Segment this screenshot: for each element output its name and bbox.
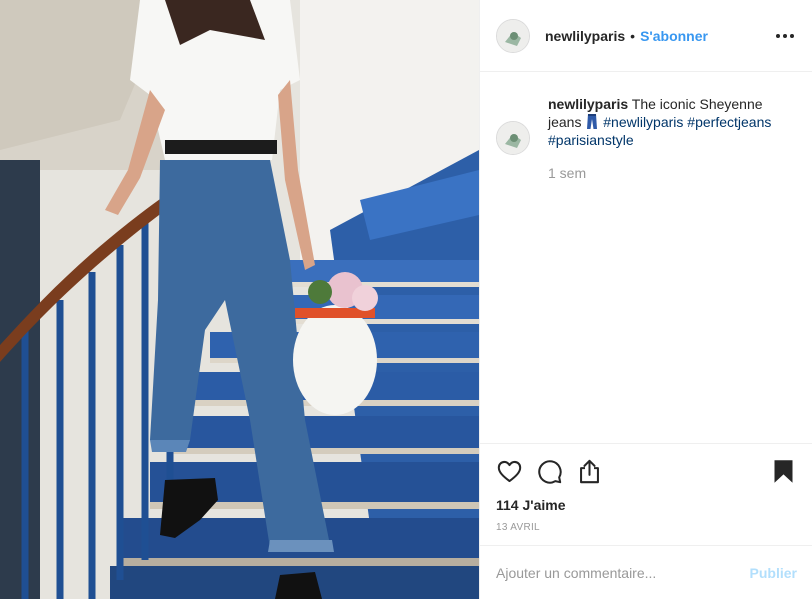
caption-timestamp[interactable]: 1 sem xyxy=(548,165,796,181)
separator-dot: • xyxy=(630,27,636,44)
comment-button[interactable] xyxy=(536,451,576,491)
comments-section: newlilyparis The iconic Sheyenne jeans #… xyxy=(480,73,812,443)
bookmark-icon xyxy=(774,459,793,483)
caption-body: newlilyparis The iconic Sheyenne jeans #… xyxy=(548,95,796,181)
comment-input[interactable] xyxy=(496,564,750,581)
publish-button[interactable]: Publier xyxy=(750,565,797,581)
post-date[interactable]: 13 AVRIL xyxy=(496,522,797,533)
caption-avatar[interactable] xyxy=(496,121,530,155)
like-button[interactable] xyxy=(496,451,536,491)
likes-count[interactable]: 114 J'aime xyxy=(496,497,797,513)
more-options-icon[interactable] xyxy=(773,24,797,48)
share-button[interactable] xyxy=(576,451,616,491)
post-header: newlilyparis • S'abonner xyxy=(480,0,812,72)
dot-1 xyxy=(776,33,780,38)
avatar-image xyxy=(497,122,529,154)
comment-icon xyxy=(538,459,562,484)
caption-text: newlilyparis The iconic Sheyenne jeans #… xyxy=(548,95,796,149)
actions-section: 114 J'aime 13 AVRIL xyxy=(480,443,812,545)
heart-icon xyxy=(497,460,522,482)
action-bar xyxy=(496,444,797,496)
hashtag-link[interactable]: #parisianstyle xyxy=(548,132,634,148)
post-image[interactable] xyxy=(0,0,479,599)
dot-2 xyxy=(783,33,787,38)
avatar-image xyxy=(497,19,529,52)
jeans-emoji-icon xyxy=(587,114,598,129)
caption-username[interactable]: newlilyparis xyxy=(548,96,628,112)
share-icon xyxy=(580,459,599,483)
hashtag-link[interactable]: #perfectjeans xyxy=(687,114,771,130)
hashtag-link[interactable]: #newlilyparis xyxy=(603,114,683,130)
comment-box: Publier xyxy=(480,545,812,599)
username-link[interactable]: newlilyparis xyxy=(545,28,625,44)
dot-3 xyxy=(790,33,794,38)
post-photo xyxy=(0,0,479,599)
caption-row: newlilyparis The iconic Sheyenne jeans #… xyxy=(496,95,797,181)
follow-button[interactable]: S'abonner xyxy=(640,28,708,44)
save-button[interactable] xyxy=(767,451,797,491)
avatar[interactable] xyxy=(496,18,530,53)
post-panel: newlilyparis • S'abonner newlilyparis Th… xyxy=(479,0,812,599)
